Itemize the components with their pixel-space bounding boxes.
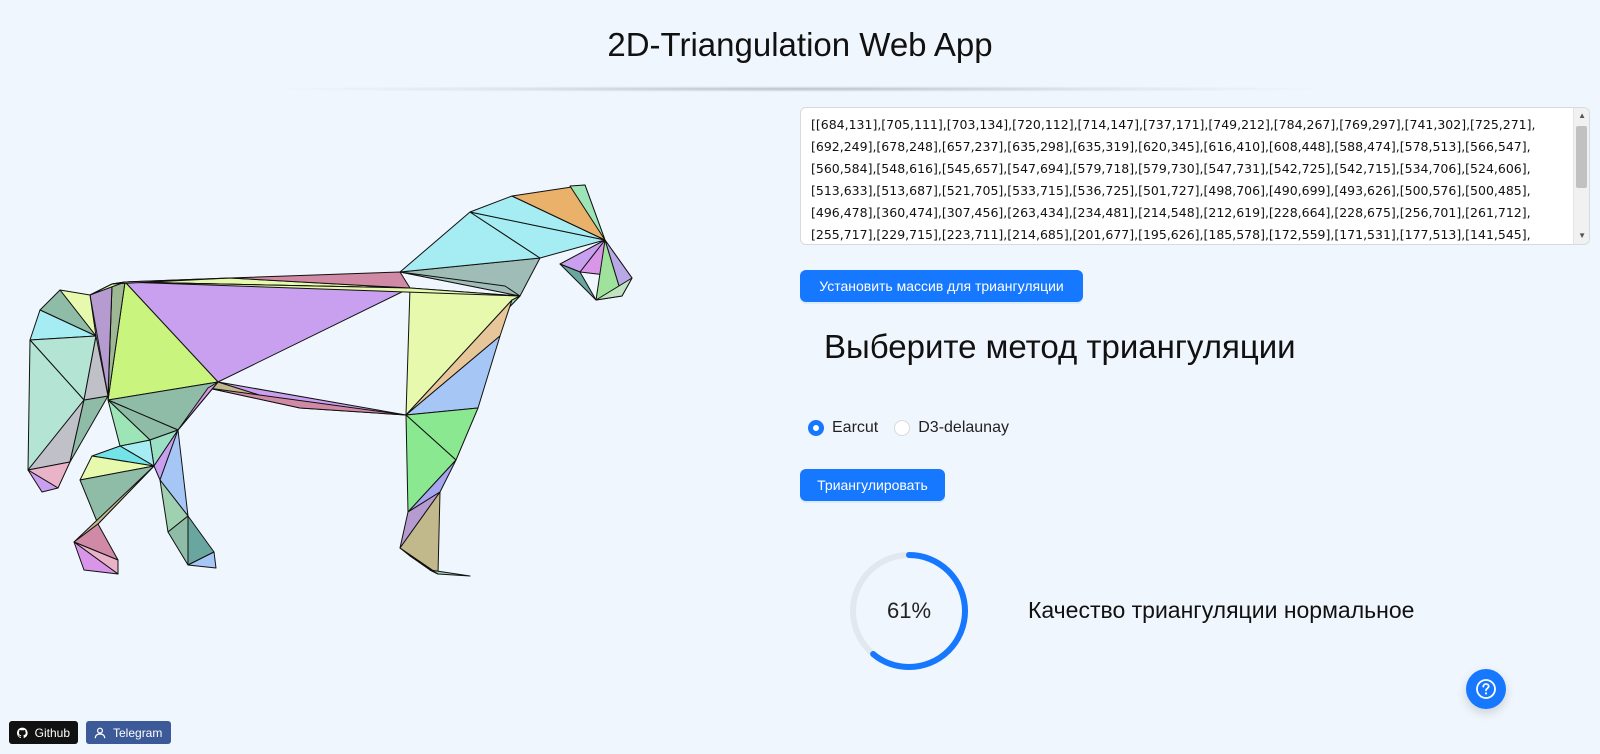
telegram-link[interactable]: Telegram [86, 721, 171, 744]
triangulated-horse-figure [27, 184, 633, 577]
progress-value: 61% [886, 598, 932, 623]
quality-text: Качество триангуляции нормальное [1028, 597, 1415, 623]
scroll-thumb[interactable] [1576, 126, 1587, 188]
set-array-button[interactable]: Установить массив для триангуляции [800, 270, 1083, 302]
github-label: Github [34, 725, 70, 740]
radio-earcut[interactable]: Earcut [808, 419, 878, 437]
points-input-box[interactable]: [[684,131],[705,111],[703,134],[720,112]… [800, 107, 1590, 245]
scroll-up-icon[interactable]: ▲ [1578, 112, 1586, 120]
method-heading: Выберите метод триангуляции [824, 328, 1296, 365]
radio-d3-delaunay-dot[interactable] [894, 420, 911, 436]
github-link[interactable]: Github [9, 721, 78, 744]
radio-d3-delaunay[interactable]: D3-delaunay [894, 419, 1009, 437]
page-title: 2D-Triangulation Web App [607, 26, 993, 63]
help-button[interactable] [1466, 669, 1506, 709]
triangle [207, 387, 407, 416]
triangulate-button[interactable]: Триангулировать [800, 469, 945, 501]
question-circle-icon [1476, 679, 1496, 699]
title-divider [290, 86, 1310, 92]
triangle [217, 381, 407, 416]
scroll-down-icon[interactable]: ▼ [1578, 232, 1586, 240]
telegram-label: Telegram [113, 725, 163, 740]
radio-d3-delaunay-label: D3-delaunay [918, 419, 1009, 436]
textarea-scrollbar[interactable]: ▲ ▼ [1573, 108, 1589, 244]
quality-progress-circle: 61% [848, 550, 970, 672]
user-icon [94, 727, 106, 738]
method-radio-group: Earcut D3-delaunay [808, 419, 1025, 437]
github-icon [17, 727, 28, 738]
radio-earcut-dot[interactable] [808, 420, 824, 436]
radio-earcut-label: Earcut [832, 419, 879, 436]
triangulation-canvas [0, 100, 740, 660]
points-textarea[interactable]: [[684,131],[705,111],[703,134],[720,112]… [801, 108, 1576, 244]
